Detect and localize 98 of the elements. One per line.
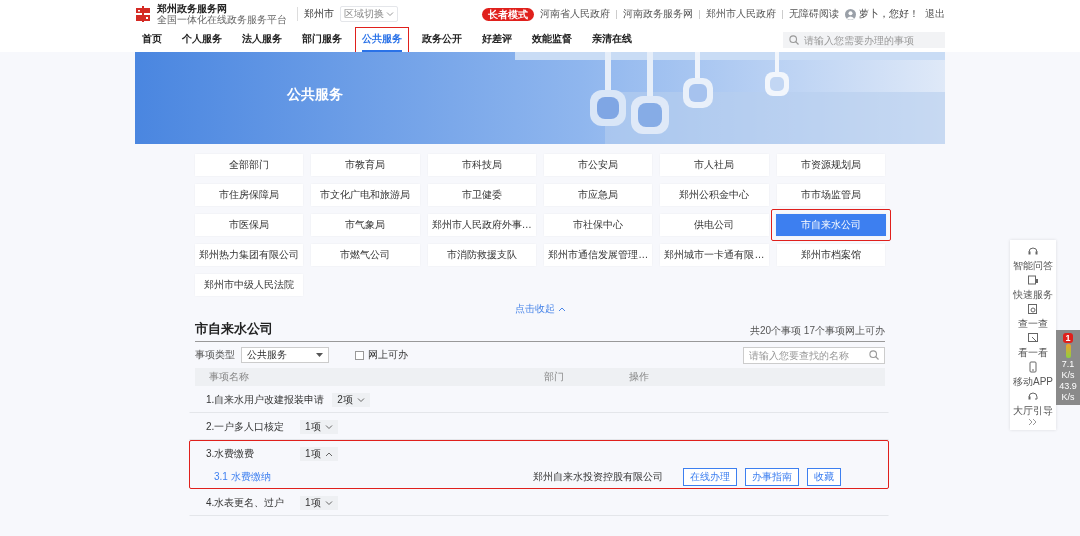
- department-item[interactable]: 市人社局: [660, 154, 769, 176]
- department-item[interactable]: 市市场监管局: [776, 184, 885, 206]
- filter-label: 事项类型: [195, 348, 235, 362]
- screen-icon: [1027, 331, 1039, 344]
- toolbar-item[interactable]: 查一查: [1018, 302, 1048, 331]
- toolbar-item[interactable]: 大厅引导: [1013, 389, 1053, 418]
- department-item[interactable]: 郑州城市一卡通有限…: [660, 244, 769, 266]
- nav-tab[interactable]: 部门服务: [302, 28, 342, 52]
- level-gauge-icon: [1065, 344, 1071, 358]
- department-item[interactable]: 市科技局: [427, 154, 536, 176]
- section-title: 市自来水公司: [195, 320, 273, 338]
- toolbar-item[interactable]: 看一看: [1018, 331, 1048, 360]
- department-item[interactable]: 郑州热力集团有限公司: [195, 244, 304, 266]
- action-button[interactable]: 收藏: [807, 468, 841, 486]
- department-item[interactable]: 市气象局: [311, 214, 420, 236]
- column-header: 部门: [544, 370, 565, 384]
- toolbar-item[interactable]: 移动APP: [1013, 360, 1053, 389]
- department-item[interactable]: 市应急局: [544, 184, 653, 206]
- banner-title: 公共服务: [287, 86, 343, 104]
- department-item[interactable]: 市教育局: [311, 154, 420, 176]
- search-field[interactable]: 请输入您要查找的名称: [743, 346, 885, 364]
- department-item[interactable]: 市卫健委: [427, 184, 536, 206]
- nav-tab[interactable]: 效能监督: [532, 28, 572, 52]
- phone-icon: [1027, 360, 1039, 373]
- logout-link[interactable]: 退出: [925, 7, 945, 21]
- action-button[interactable]: 在线办理: [683, 468, 737, 486]
- nav-tab[interactable]: 亲清在线: [592, 28, 632, 52]
- count-toggle[interactable]: 2项: [332, 392, 370, 407]
- notification-badge: 1: [1063, 333, 1073, 343]
- collapse-link[interactable]: 点击收起: [514, 302, 566, 316]
- department-item[interactable]: 市医保局: [195, 214, 304, 236]
- department-item[interactable]: 市资源规划局: [776, 154, 885, 176]
- user-greeting: 萝卜，您好！: [859, 7, 919, 21]
- caret-icon: [316, 353, 323, 357]
- chevron-down-icon: [356, 396, 365, 403]
- department-item[interactable]: 市燃气公司: [311, 244, 420, 266]
- chevron-down-icon: [386, 11, 394, 17]
- search-field[interactable]: 请输入您需要办理的事项: [783, 32, 945, 48]
- count-toggle[interactable]: 1项: [300, 419, 338, 434]
- department-item[interactable]: 市社保中心: [544, 214, 653, 236]
- count-toggle[interactable]: 1项: [300, 446, 338, 461]
- double-chevron-icon[interactable]: [1028, 418, 1038, 426]
- department-item[interactable]: 郑州市档案馆: [776, 244, 885, 266]
- region-switch[interactable]: 区域切换: [340, 6, 398, 22]
- checkbox[interactable]: [355, 350, 364, 360]
- department-item[interactable]: 市消防救援支队: [427, 244, 536, 266]
- department-item[interactable]: 郑州市人民政府外事…: [427, 214, 536, 236]
- matter-summary: 共20个事项 17个事项网上可办: [749, 324, 885, 338]
- department-item[interactable]: 市自来水公司: [776, 213, 886, 236]
- department-item[interactable]: 市公安局: [544, 154, 653, 176]
- site-title: 郑州政务服务网: [157, 3, 227, 14]
- chevron-up-icon: [557, 306, 566, 312]
- avatar-icon: [845, 8, 856, 20]
- checkbox-label: 网上可办: [368, 348, 408, 362]
- type-select[interactable]: 公共服务: [241, 347, 329, 363]
- nav-tab[interactable]: 好差评: [482, 28, 512, 52]
- headset-icon: [1027, 389, 1039, 402]
- upload-speed: 7.1: [1061, 359, 1075, 369]
- header-link[interactable]: 河南政务服务网: [623, 7, 693, 21]
- header-link[interactable]: 河南省人民政府: [540, 7, 610, 21]
- search-icon: [869, 350, 879, 360]
- search-icon: [789, 35, 799, 45]
- department-item[interactable]: 郑州市中级人民法院: [195, 274, 304, 296]
- column-header: 操作: [629, 370, 649, 384]
- department-item[interactable]: 郑州市通信发展管理…: [544, 244, 653, 266]
- matter-name: 1.自来水用户改建报装申请: [206, 392, 325, 407]
- count-toggle[interactable]: 1项: [300, 495, 338, 510]
- department-item[interactable]: 市文化广电和旅游局: [311, 184, 420, 206]
- matter-name: 4.水表更名、过户: [206, 495, 286, 510]
- toolbar-item[interactable]: 快速服务: [1013, 273, 1053, 302]
- department-item[interactable]: 郑州公积金中心: [660, 184, 769, 206]
- site-subtitle: 全国一体化在线政务服务平台: [157, 14, 287, 25]
- elder-mode-button[interactable]: 长者模式: [482, 7, 534, 21]
- department-item[interactable]: 供电公司: [660, 214, 769, 236]
- action-button[interactable]: 办事指南: [745, 468, 799, 486]
- nav-tab[interactable]: 个人服务: [182, 28, 222, 52]
- nav-tab[interactable]: 法人服务: [242, 28, 282, 52]
- download-speed: 43.9: [1059, 381, 1077, 391]
- speed-unit: K/s: [1061, 392, 1075, 402]
- chevron-down-icon: [324, 423, 333, 430]
- headset-icon: [1027, 244, 1039, 257]
- logo-icon: [135, 6, 151, 22]
- header-link[interactable]: 郑州市人民政府: [706, 7, 776, 21]
- matter-name: 2.一户多人口核定: [206, 419, 286, 434]
- nav-tab[interactable]: 政务公开: [422, 28, 462, 52]
- department-item[interactable]: 市住房保障局: [195, 184, 304, 206]
- header-link[interactable]: 无障碍阅读: [789, 7, 839, 21]
- column-header: 事项名称: [209, 370, 250, 384]
- chevron-down-icon: [324, 499, 333, 506]
- department-item[interactable]: 全部部门: [195, 154, 304, 176]
- nav-tab[interactable]: 首页: [142, 28, 162, 52]
- chevron-up-icon: [324, 450, 333, 457]
- toolbar-item[interactable]: 智能问答: [1013, 244, 1053, 273]
- city-name: 郑州市: [297, 7, 334, 21]
- matter-link[interactable]: 3.1 水费缴纳: [214, 470, 533, 484]
- department-name: 郑州自来水投资控股有限公司: [533, 470, 664, 484]
- matter-name: 3.水费缴费: [206, 446, 256, 461]
- speed-unit: K/s: [1061, 370, 1075, 380]
